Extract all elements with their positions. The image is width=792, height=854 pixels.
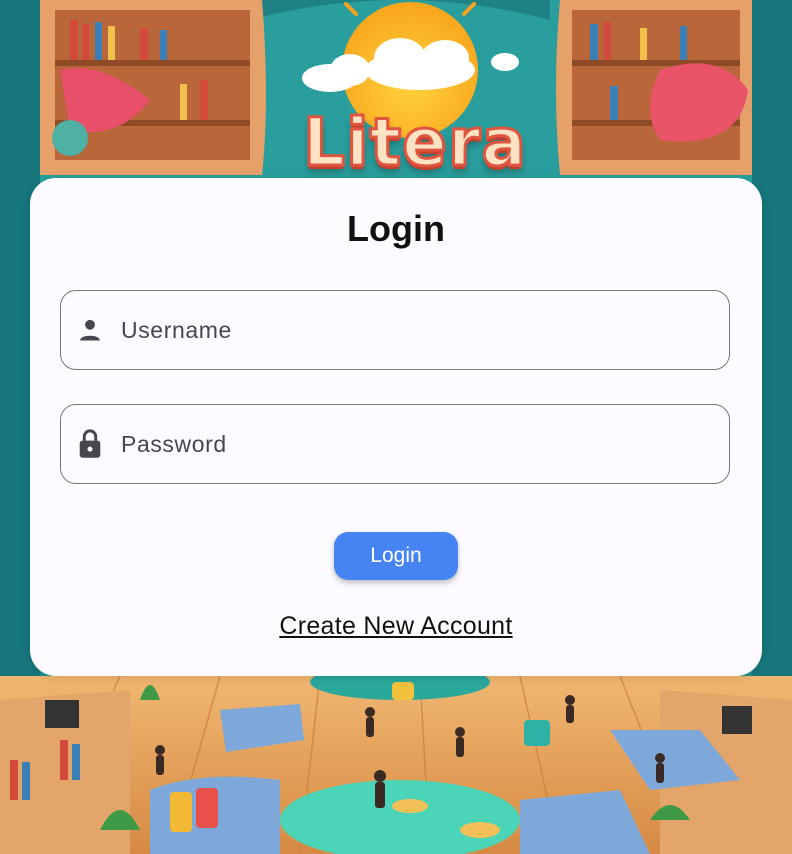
login-screen: Litera Login Login Cr <box>0 0 792 854</box>
brand-logo-text: Litera <box>301 103 528 183</box>
person-icon <box>75 315 105 345</box>
login-button[interactable]: Login <box>334 532 458 580</box>
create-account-link[interactable]: Create New Account <box>30 612 762 641</box>
username-input[interactable] <box>105 290 709 370</box>
page-title: Login <box>347 208 445 249</box>
password-field[interactable] <box>60 404 730 484</box>
password-input[interactable] <box>105 404 709 484</box>
username-field[interactable] <box>60 290 730 370</box>
login-card: Login Login Create New Account <box>30 178 762 676</box>
lock-icon <box>75 429 105 459</box>
